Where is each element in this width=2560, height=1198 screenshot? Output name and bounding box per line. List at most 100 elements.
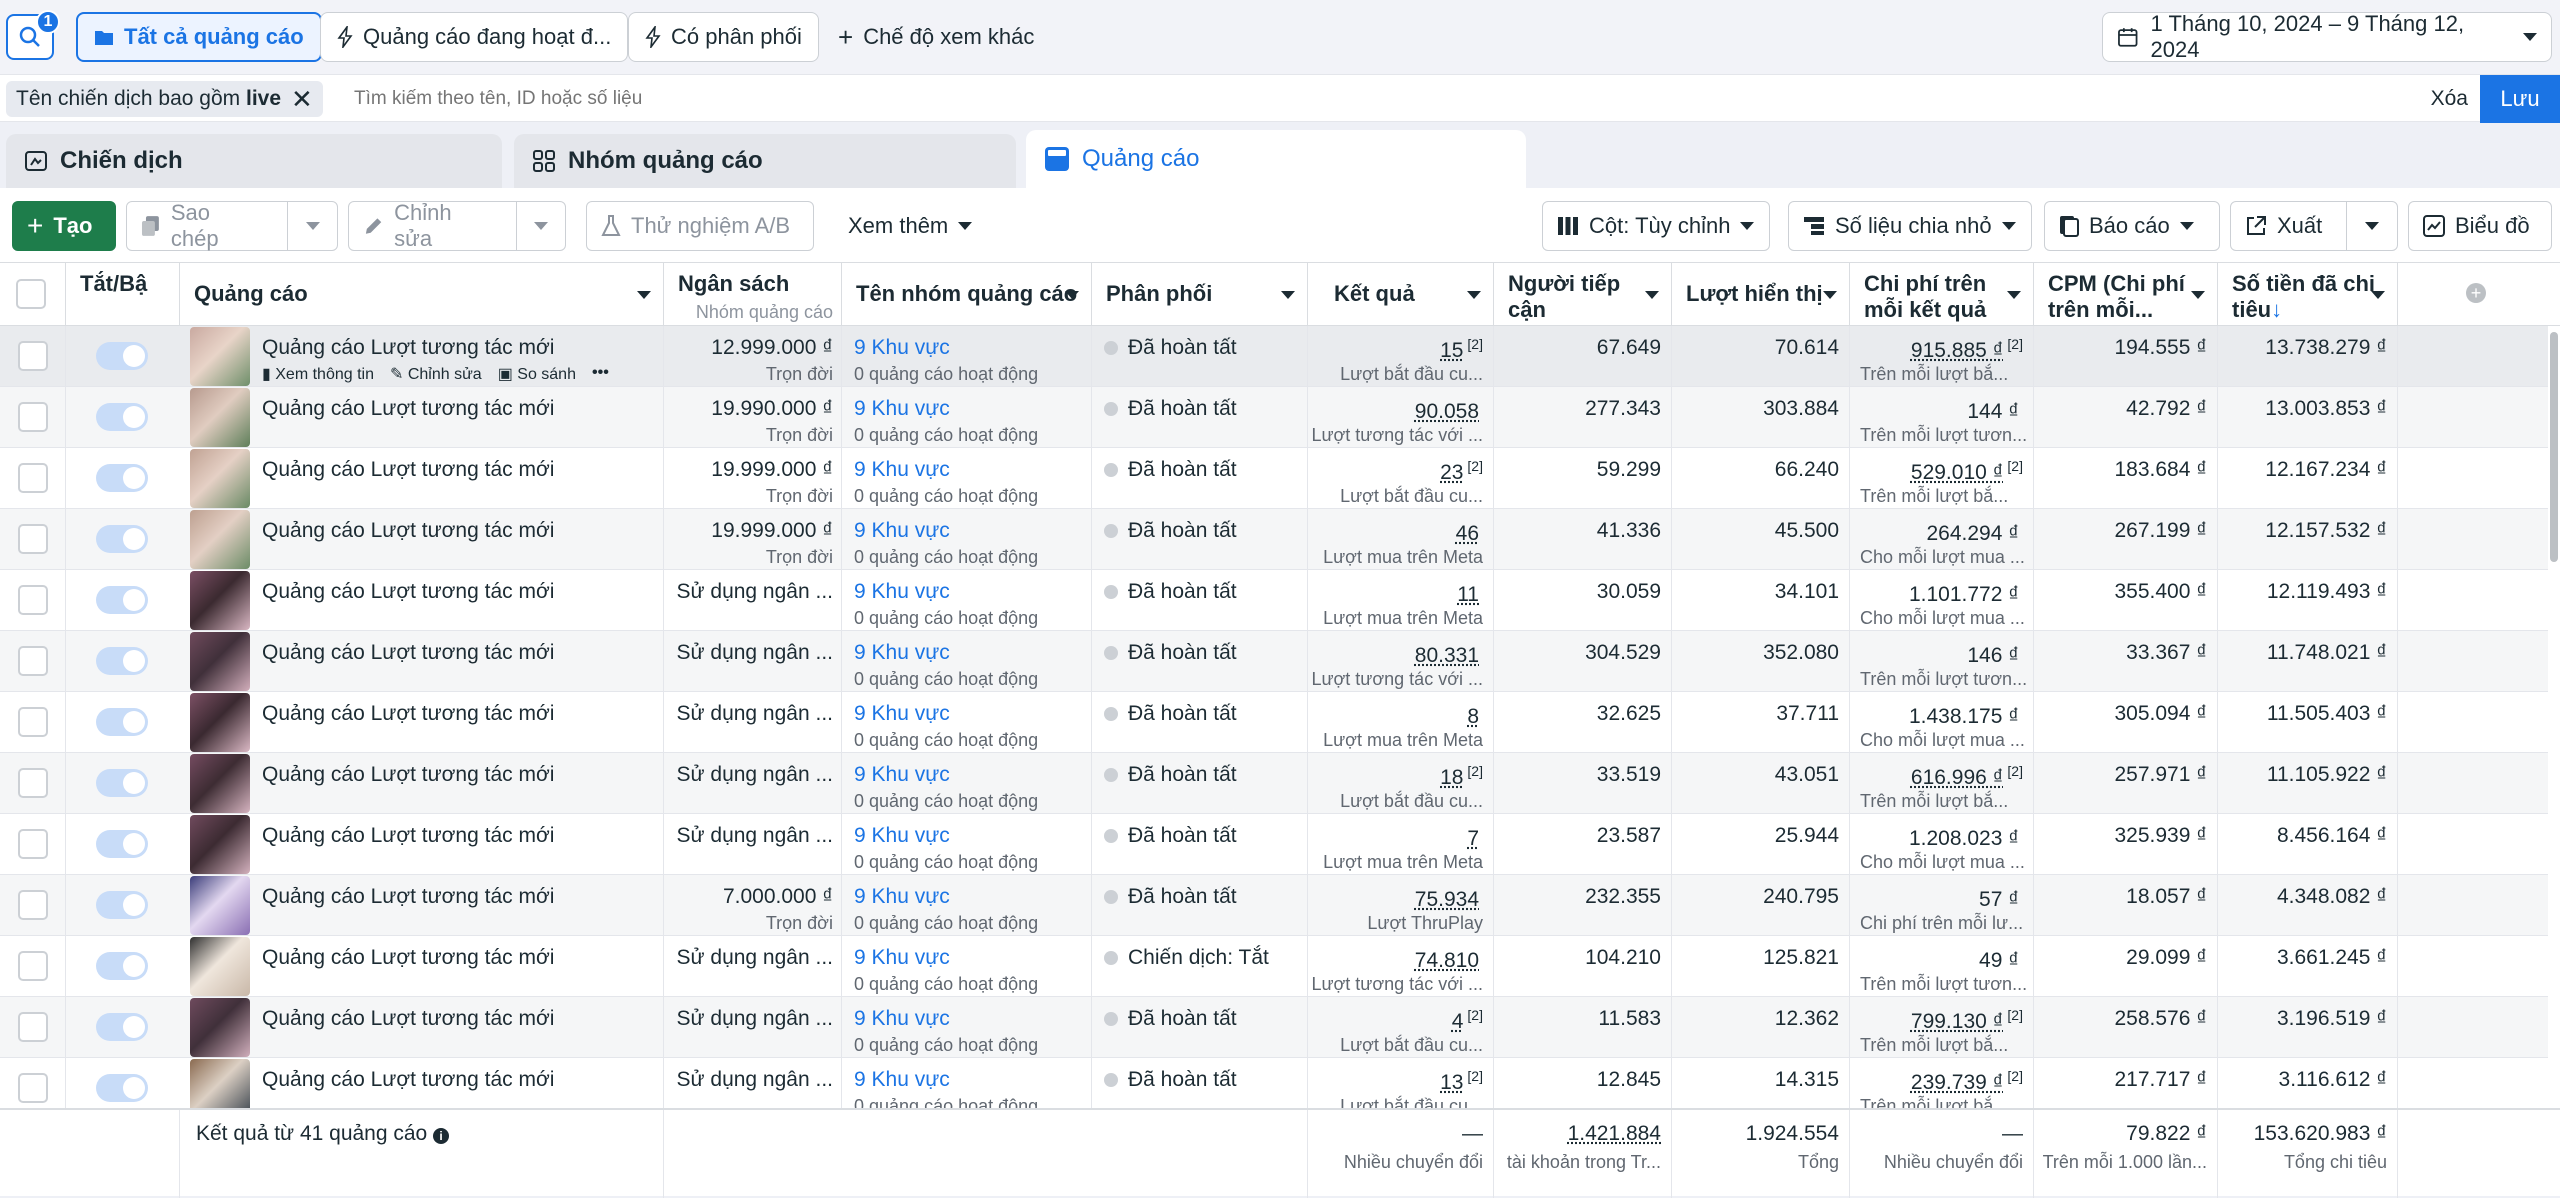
adset-link[interactable]: 9 Khu vực [854, 1007, 950, 1031]
results-value[interactable]: 74.810 [1415, 946, 1483, 973]
results-value[interactable]: 4 [2] [1452, 1007, 1483, 1034]
ad-name[interactable]: Quảng cáo Lượt tương tác mới [262, 458, 554, 482]
row-checkbox[interactable] [18, 829, 48, 859]
tab-adsets[interactable]: Nhóm quảng cáo [514, 134, 1016, 188]
date-range-picker[interactable]: 1 Tháng 10, 2024 – 9 Tháng 12, 2024 [2102, 11, 2552, 62]
table-row[interactable]: Quảng cáo Lượt tương tác mới Sử dụng ngân… [0, 570, 2548, 631]
row-checkbox[interactable] [18, 402, 48, 432]
table-row[interactable]: Quảng cáo Lượt tương tác mới Sử dụng ngân… [0, 936, 2548, 997]
search-button[interactable]: 1 [6, 10, 60, 60]
row-checkbox[interactable] [18, 463, 48, 493]
cpr-value[interactable]: 1.438.175 ₫ [1909, 702, 2023, 729]
select-all-checkbox[interactable] [16, 279, 46, 309]
cpr-value[interactable]: 239.739 ₫ [2] [1911, 1068, 2023, 1095]
table-row[interactable]: Quảng cáo Lượt tương tác mới Sử dụng ngân… [0, 753, 2548, 814]
ad-toggle[interactable] [96, 586, 148, 614]
search-input[interactable] [354, 83, 1854, 115]
ad-name[interactable]: Quảng cáo Lượt tương tác mới [262, 397, 554, 421]
ad-toggle[interactable] [96, 830, 148, 858]
columns-button[interactable]: Cột: Tùy chỉnh [1542, 201, 1770, 251]
col-adset[interactable]: Tên nhóm quảng cáo [842, 263, 1092, 327]
ad-toggle[interactable] [96, 891, 148, 919]
ad-name[interactable]: Quảng cáo Lượt tương tác mới [262, 1007, 554, 1031]
ad-name-cell[interactable]: Quảng cáo Lượt tương tác mới [180, 692, 664, 753]
col-impressions[interactable]: Lượt hiển thị [1672, 263, 1850, 327]
footer-reach-value[interactable]: 1.421.884 [1568, 1122, 1661, 1146]
adset-link[interactable]: 9 Khu vực [854, 336, 950, 360]
results-value[interactable]: 75.934 [1415, 885, 1483, 912]
results-value[interactable]: 18 [2] [1440, 763, 1483, 790]
adset-link[interactable]: 9 Khu vực [854, 1068, 950, 1092]
table-row[interactable]: Quảng cáo Lượt tương tác mới Sử dụng ngân… [0, 692, 2548, 753]
col-delivery[interactable]: Phân phối [1092, 263, 1308, 327]
ad-name-cell[interactable]: Quảng cáo Lượt tương tác mới [180, 997, 664, 1058]
reports-button[interactable]: Báo cáo [2044, 201, 2220, 251]
row-checkbox[interactable] [18, 646, 48, 676]
compare-action[interactable]: ▣ So sánh [498, 364, 576, 384]
results-value[interactable]: 46 [1456, 519, 1483, 546]
more-button[interactable]: Xem thêm [834, 201, 987, 251]
view-details-action[interactable]: ▮ Xem thông tin [262, 364, 374, 384]
ad-toggle[interactable] [96, 342, 148, 370]
results-value[interactable]: 80.331 [1415, 641, 1483, 668]
clear-button[interactable]: Xóa [2431, 87, 2468, 111]
ad-name-cell[interactable]: Quảng cáo Lượt tương tác mới [180, 753, 664, 814]
ad-toggle[interactable] [96, 403, 148, 431]
cpr-value[interactable]: 146 ₫ [1967, 641, 2023, 668]
cpr-value[interactable]: 144 ₫ [1967, 397, 2023, 424]
tab-ads[interactable]: Quảng cáo [1026, 130, 1526, 188]
cpr-value[interactable]: 57 ₫ [1979, 885, 2023, 912]
ad-toggle[interactable] [96, 647, 148, 675]
ad-name[interactable]: Quảng cáo Lượt tương tác mới [262, 1068, 554, 1092]
info-icon[interactable]: i [433, 1128, 450, 1144]
col-toggle[interactable]: Tắt/Bậ [66, 263, 180, 327]
vertical-scrollbar[interactable] [2550, 332, 2558, 562]
ad-name-cell[interactable]: Quảng cáo Lượt tương tác mới [180, 448, 664, 509]
row-checkbox[interactable] [18, 524, 48, 554]
ad-toggle[interactable] [96, 464, 148, 492]
adset-link[interactable]: 9 Khu vực [854, 641, 950, 665]
adset-link[interactable]: 9 Khu vực [854, 519, 950, 543]
table-row[interactable]: Quảng cáo Lượt tương tác mới 19.999.000 ₫… [0, 509, 2548, 570]
results-value[interactable]: 13 [2] [1440, 1068, 1483, 1095]
export-button[interactable]: Xuất [2230, 201, 2398, 251]
tab-other-views[interactable]: + Chế độ xem khác [822, 12, 1050, 62]
ad-name-cell[interactable]: Quảng cáo Lượt tương tác mới [180, 875, 664, 936]
ad-toggle[interactable] [96, 708, 148, 736]
table-row[interactable]: Quảng cáo Lượt tương tác mới Sử dụng ngân… [0, 631, 2548, 692]
tab-campaigns[interactable]: Chiến dịch [6, 134, 502, 188]
ad-name[interactable]: Quảng cáo Lượt tương tác mới [262, 580, 554, 604]
ad-name-cell[interactable]: Quảng cáo Lượt tương tác mới [180, 570, 664, 631]
adset-link[interactable]: 9 Khu vực [854, 397, 950, 421]
duplicate-button[interactable]: Sao chép [126, 200, 338, 251]
more-options-icon[interactable]: ••• [592, 364, 609, 384]
table-row[interactable]: Quảng cáo Lượt tương tác mới 7.000.000 ₫ T… [0, 875, 2548, 936]
results-value[interactable]: 7 [1467, 824, 1483, 851]
ad-name-cell[interactable]: Quảng cáo Lượt tương tác mới [180, 631, 664, 692]
cpr-value[interactable]: 264.294 ₫ [1926, 519, 2023, 546]
ad-name[interactable]: Quảng cáo Lượt tương tác mới [262, 336, 554, 360]
cpr-value[interactable]: 616.996 ₫ [2] [1911, 763, 2023, 790]
ad-toggle[interactable] [96, 1074, 148, 1102]
cpr-value[interactable]: 799.130 ₫ [2] [1911, 1007, 2023, 1034]
ad-name[interactable]: Quảng cáo Lượt tương tác mới [262, 641, 554, 665]
tab-all-ads[interactable]: Tất cả quảng cáo [76, 12, 322, 62]
col-reach[interactable]: Người tiếp cận [1494, 263, 1672, 327]
ad-name[interactable]: Quảng cáo Lượt tương tác mới [262, 885, 554, 909]
create-button[interactable]: + Tạo [12, 201, 116, 251]
cpr-value[interactable]: 915.885 ₫ [2] [1911, 336, 2023, 363]
filter-chip[interactable]: Tên chiến dịch bao gồm live ✕ [6, 81, 323, 117]
ad-name-cell[interactable]: Quảng cáo Lượt tương tác mới ▮ Xem thông … [180, 326, 664, 387]
ad-name[interactable]: Quảng cáo Lượt tương tác mới [262, 824, 554, 848]
results-value[interactable]: 15 [2] [1440, 336, 1483, 363]
breakdown-button[interactable]: Số liệu chia nhỏ [1788, 201, 2032, 251]
cpr-value[interactable]: 529.010 ₫ [2] [1911, 458, 2023, 485]
row-checkbox[interactable] [18, 951, 48, 981]
duplicate-main[interactable]: Sao chép [127, 200, 277, 251]
cpr-value[interactable]: 49 ₫ [1979, 946, 2023, 973]
ad-name-cell[interactable]: Quảng cáo Lượt tương tác mới [180, 814, 664, 875]
col-amount-spent[interactable]: Số tiền đã chi tiêu↓ [2218, 263, 2398, 327]
ab-test-button[interactable]: Thử nghiệm A/B [586, 201, 814, 251]
table-row[interactable]: Quảng cáo Lượt tương tác mới Sử dụng ngân… [0, 814, 2548, 875]
edit-action[interactable]: ✎ Chỉnh sửa [390, 364, 482, 384]
